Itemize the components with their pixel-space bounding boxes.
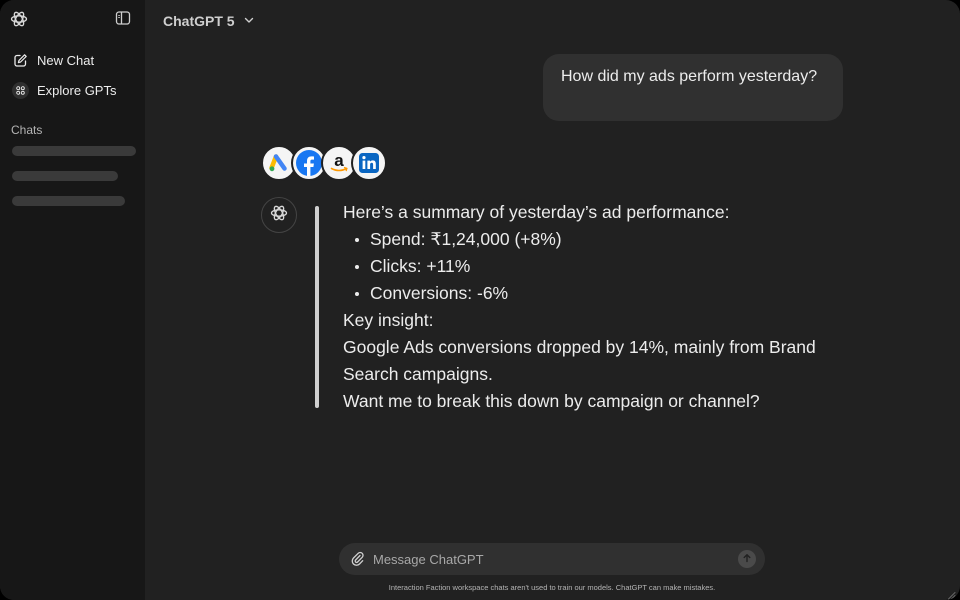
metric-conversions: Conversions: -6% <box>343 280 843 307</box>
linkedin-icon <box>351 145 387 181</box>
new-chat-label: New Chat <box>37 52 95 68</box>
disclaimer-text: Interaction Faction workspace chats aren… <box>388 583 716 592</box>
svg-text:a: a <box>334 151 344 170</box>
followup-question: Want me to break this down by campaign o… <box>343 391 760 411</box>
explore-gpts-label: Explore GPTs <box>37 82 117 98</box>
metric-clicks: Clicks: +11% <box>343 253 843 280</box>
assistant-message: Here’s a summary of yesterday’s ad perfo… <box>343 199 843 415</box>
insight-text: Google Ads conversions dropped by 14%, m… <box>343 337 816 384</box>
model-selector[interactable]: ChatGPT 5 <box>155 8 263 34</box>
explore-gpts-button[interactable]: Explore GPTs <box>6 76 139 104</box>
pencil-square-icon <box>12 52 29 69</box>
resize-handle-icon[interactable] <box>947 587 956 600</box>
sidebar: New Chat Explore GPTs Chats <box>0 0 145 600</box>
app-window: New Chat Explore GPTs Chats ChatGPT 5 Ho… <box>0 0 960 600</box>
model-name: ChatGPT 5 <box>163 13 235 29</box>
reply-accent-bar <box>315 206 319 408</box>
new-chat-button[interactable]: New Chat <box>6 46 139 74</box>
openai-logo-icon <box>268 202 290 229</box>
user-message: How did my ads perform yesterday? <box>543 54 843 121</box>
metric-spend: Spend: ₹1,24,000 (+8%) <box>343 226 843 253</box>
chats-section-label: Chats <box>11 123 43 137</box>
sidebar-header <box>0 0 145 38</box>
assistant-avatar <box>261 197 297 233</box>
message-input[interactable] <box>373 543 723 575</box>
chat-history-placeholder <box>12 196 125 206</box>
insight-heading: Key insight: <box>343 310 434 330</box>
send-button[interactable] <box>738 550 756 568</box>
reply-intro: Here’s a summary of yesterday’s ad perfo… <box>343 202 730 222</box>
grid-icon <box>12 81 29 99</box>
chat-history-placeholder <box>12 171 118 181</box>
arrow-up-icon <box>742 550 752 568</box>
chat-history-placeholder <box>12 146 136 156</box>
paperclip-icon[interactable] <box>349 550 367 568</box>
metrics-list: Spend: ₹1,24,000 (+8%) Clicks: +11% Conv… <box>343 226 843 307</box>
message-composer <box>339 543 765 575</box>
chevron-down-icon <box>243 13 255 29</box>
openai-logo-icon[interactable] <box>8 8 30 30</box>
sidebar-toggle-icon[interactable] <box>114 9 132 27</box>
